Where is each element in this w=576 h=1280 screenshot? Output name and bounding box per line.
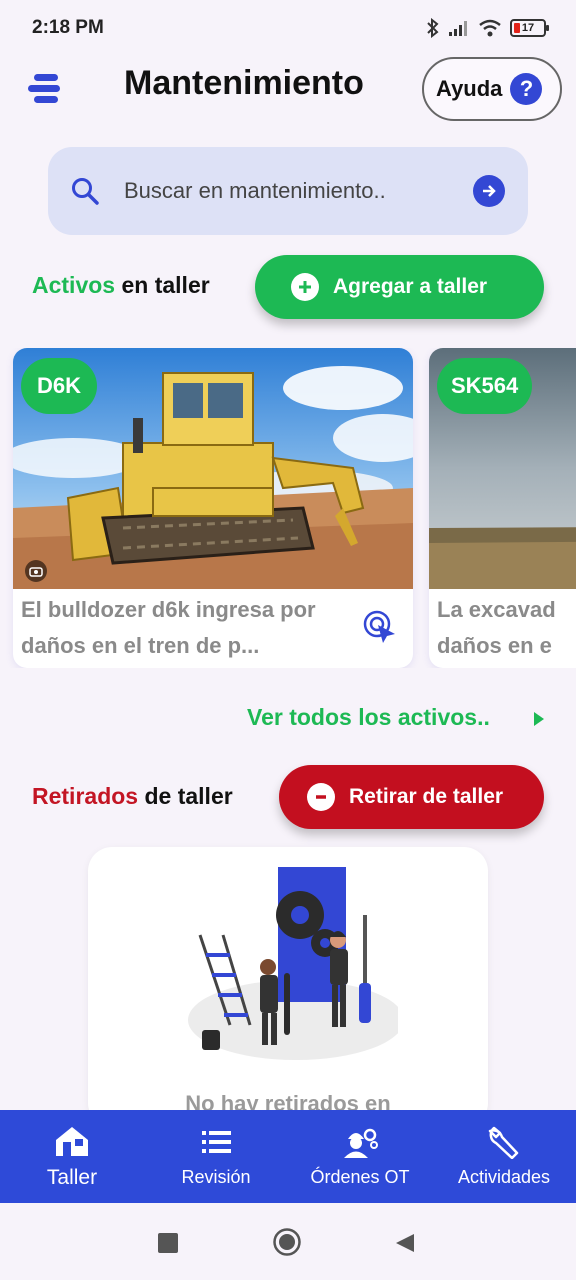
nav-label: Revisión <box>181 1167 251 1187</box>
asset-description: El bulldozer d6k ingresa por daños en el… <box>21 597 316 658</box>
camera-icon <box>25 560 47 582</box>
search-input[interactable] <box>124 169 464 213</box>
help-label: Ayuda <box>436 76 503 101</box>
nav-item-revision[interactable]: Revisión <box>144 1110 288 1203</box>
recents-button[interactable] <box>158 1233 178 1253</box>
nav-label: Órdenes OT <box>310 1167 410 1187</box>
asset-card[interactable]: SK564 La excavad daños en e <box>429 348 576 668</box>
menu-icon[interactable] <box>26 70 66 106</box>
nav-label: Taller <box>46 1165 98 1189</box>
back-button[interactable] <box>394 1232 416 1254</box>
remove-button-label: Retirar de taller <box>349 785 504 808</box>
wifi-icon <box>479 19 501 37</box>
retired-title-highlight: Retirados <box>32 783 139 809</box>
add-button-label: Agregar a taller <box>333 275 488 298</box>
nav-label: Actividades <box>457 1167 551 1187</box>
nav-item-ordenes[interactable]: Órdenes OT <box>288 1110 432 1203</box>
battery-level: 17 <box>521 22 535 34</box>
asset-card[interactable]: D6K El bulldozer d6k ingresa por daños e… <box>13 348 413 668</box>
status-bar: 2:18 PM 17 <box>0 0 576 56</box>
app-header: Mantenimiento Ayuda ? <box>0 56 576 122</box>
battery-icon: 17 <box>510 19 549 37</box>
mechanics-illustration <box>188 867 398 1060</box>
see-all-assets-link[interactable]: Ver todos los activos.. <box>247 704 490 731</box>
retired-title-rest: de taller <box>144 783 233 809</box>
nav-item-taller[interactable]: Taller <box>0 1110 144 1203</box>
asset-code-badge: SK564 <box>437 358 533 414</box>
search-submit-button[interactable] <box>473 175 505 207</box>
workshop-icon <box>56 1126 88 1156</box>
search-icon <box>72 178 99 205</box>
wrench-icon <box>488 1126 519 1159</box>
add-to-workshop-button[interactable]: Agregar a taller <box>255 255 544 319</box>
help-icon: ? <box>510 73 543 105</box>
retired-section-title: Retirados de taller <box>32 783 233 810</box>
asset-code-badge: D6K <box>21 358 97 414</box>
tap-icon[interactable] <box>363 610 399 646</box>
active-section-title: Activos en taller <box>32 272 210 299</box>
bluetooth-icon <box>427 18 439 38</box>
system-navigation-bar <box>0 1203 576 1280</box>
status-time: 2:18 PM <box>32 17 104 38</box>
page-title: Mantenimiento <box>124 64 364 102</box>
retired-empty-state: No hay retirados en <box>88 847 488 1127</box>
worker-gear-icon <box>344 1128 378 1158</box>
minus-icon <box>307 783 335 811</box>
help-button[interactable]: Ayuda ? <box>422 57 562 121</box>
arrow-right-icon <box>483 185 496 197</box>
plus-icon <box>291 273 319 301</box>
active-title-rest: en taller <box>121 272 210 298</box>
active-assets-carousel[interactable]: D6K El bulldozer d6k ingresa por daños e… <box>0 348 576 668</box>
signal-icon <box>449 21 467 36</box>
nav-item-actividades[interactable]: Actividades <box>432 1110 576 1203</box>
chevron-right-icon[interactable] <box>532 711 546 727</box>
active-title-highlight: Activos <box>32 272 116 298</box>
status-icons: 17 <box>426 18 549 38</box>
search-bar <box>48 147 528 235</box>
home-button[interactable] <box>272 1227 302 1257</box>
bottom-navigation: Taller Revisión Órdenes OT Actividades <box>0 1110 576 1203</box>
remove-from-workshop-button[interactable]: Retirar de taller <box>279 765 544 829</box>
list-icon <box>202 1131 231 1153</box>
asset-description: La excavad daños en e <box>437 597 556 658</box>
